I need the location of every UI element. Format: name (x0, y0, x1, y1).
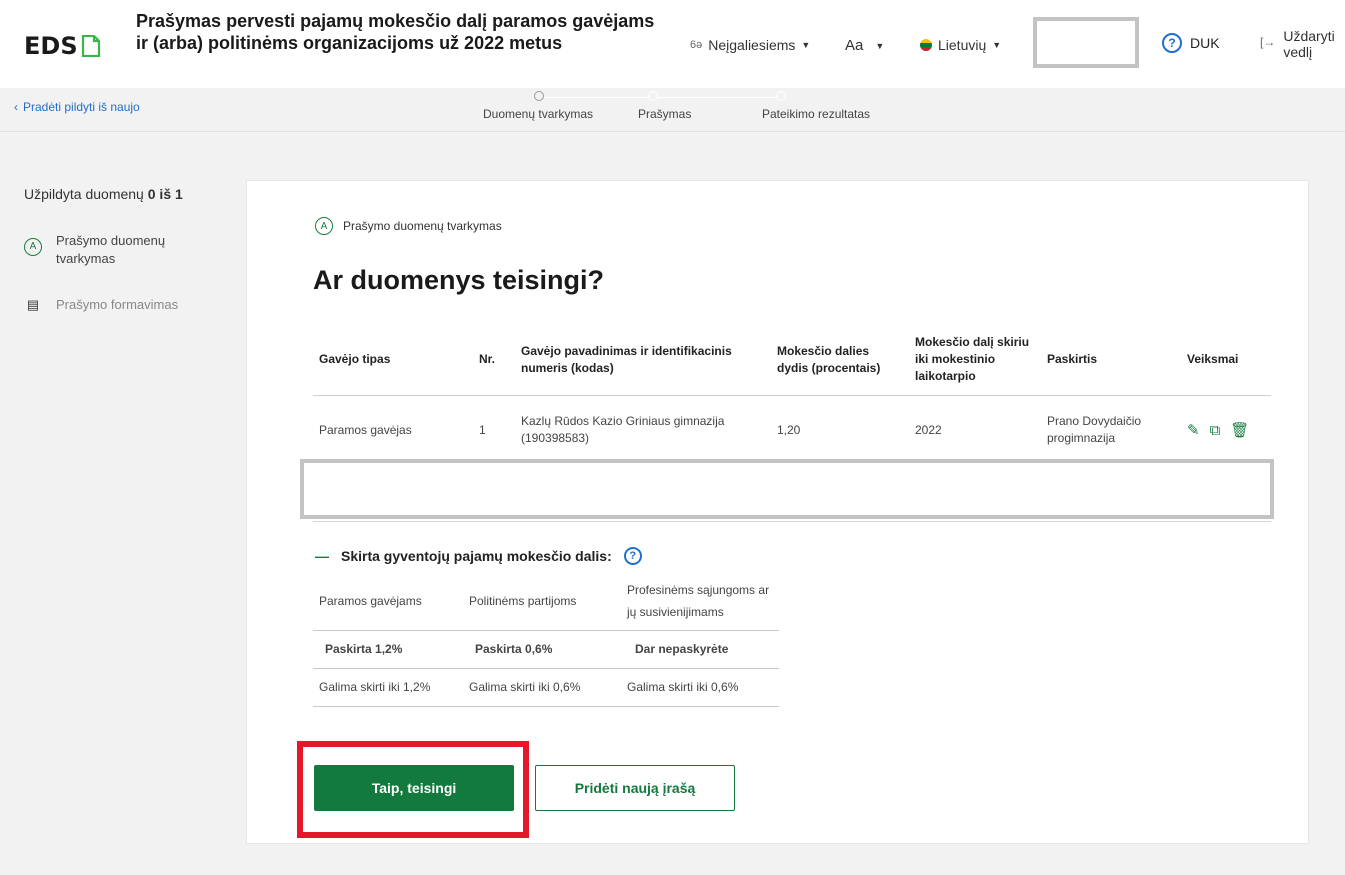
wizard-steps: Duomenų tvarkymas Prašymas Pateikimo rez… (475, 90, 905, 130)
step-label: Prašymas (638, 107, 692, 121)
progress-value: 0 iš 1 (147, 186, 183, 202)
allocation-limit: Galima skirti iki 0,6% (621, 668, 779, 707)
chevron-left-icon: ‹ (14, 100, 18, 114)
redacted-user-box (1033, 17, 1139, 68)
allocation-limit: Galima skirti iki 0,6% (463, 668, 621, 707)
redacted-row-box (300, 459, 1274, 519)
sidebar: Užpildyta duomenų 0 iš 1 A Prašymo duome… (0, 132, 246, 875)
main-card: A Prašymo duomenų tvarkymas Ar duomenys … (246, 180, 1309, 844)
allocation-status: Dar nepaskyrėte (621, 630, 779, 669)
cell-purpose: Prano Dovydaičio progimnazija (1041, 395, 1181, 466)
eds-logo[interactable]: EDS (24, 32, 101, 60)
step-badge-a-icon: A (24, 238, 42, 256)
language-menu[interactable]: Lietuvių ▼ (920, 37, 1001, 53)
app-header: EDS Prašymas pervesti pajamų mokesčio da… (0, 0, 1345, 88)
chevron-down-icon: ▼ (992, 40, 1002, 50)
close-wizard-label: Uždaryti vedlį (1283, 28, 1334, 60)
allocation-col-header: Paramos gavėjams (313, 573, 463, 631)
question-icon: ? (1162, 33, 1182, 53)
progress-label: Užpildyta duomenų (24, 186, 144, 202)
edit-icon[interactable]: ✎ (1187, 422, 1200, 439)
table-header-row: Gavėjo tipas Nr. Gavėjo pavadinimas ir i… (313, 325, 1271, 396)
cell-period: 2022 (909, 395, 1041, 466)
font-size-label: Aa (845, 37, 864, 54)
cell-percent: 1,20 (771, 395, 909, 466)
lithuania-flag-icon (920, 39, 932, 51)
allocation-header-row: Paramos gavėjams Politinėms partijoms Pr… (313, 573, 779, 631)
column-header: Mokesčio dalies dydis (procentais) (771, 325, 909, 396)
glasses-icon: 6ə (690, 39, 703, 51)
allocation-toggle[interactable]: — Skirta gyventojų pajamų mokesčio dalis… (315, 547, 642, 565)
collapse-icon: — (315, 548, 329, 564)
allocation-limit: Galima skirti iki 1,2% (313, 668, 463, 707)
column-header: Paskirtis (1041, 325, 1181, 396)
step-connector (539, 97, 781, 98)
current-substep: A Prašymo duomenų tvarkymas (315, 217, 502, 235)
logo-text: EDS (24, 32, 78, 60)
recipients-table: Gavėjo tipas Nr. Gavėjo pavadinimas ir i… (313, 325, 1271, 466)
allocation-status: Paskirta 0,6% (463, 630, 621, 669)
allocation-status: Paskirta 1,2% (313, 630, 463, 669)
sidebar-item-label: Prašymo formavimas (56, 297, 179, 312)
sidebar-item-data-management[interactable]: A Prašymo duomenų tvarkymas (24, 232, 186, 268)
restart-link[interactable]: ‹ Pradėti pildyti iš naujo (14, 100, 140, 114)
step-dot (648, 91, 658, 101)
allocation-table: Paramos gavėjams Politinėms partijoms Pr… (313, 573, 779, 707)
confirm-button[interactable]: Taip, teisingi (314, 765, 514, 811)
column-header: Gavėjo tipas (313, 325, 473, 396)
faq-label: DUK (1190, 35, 1220, 51)
allocation-col-header: Profesinėms sąjungoms ar jų susivienijim… (621, 573, 779, 631)
fill-progress: Užpildyta duomenų 0 iš 1 (24, 186, 183, 202)
cell-number: 1 (473, 395, 515, 466)
column-header: Veiksmai (1181, 325, 1271, 396)
add-record-button[interactable]: Pridėti naują įrašą (535, 765, 735, 811)
allocation-status-row: Paskirta 1,2% Paskirta 0,6% Dar nepaskyr… (313, 630, 779, 669)
step-badge-a-icon: A (315, 217, 333, 235)
step-label: Duomenų tvarkymas (483, 107, 594, 121)
column-header: Gavėjo pavadinimas ir identifikacinis nu… (515, 325, 771, 396)
question-icon[interactable]: ? (623, 547, 642, 565)
font-size-menu[interactable]: Aa ▼ (845, 37, 884, 54)
accessibility-label: Neįgaliesiems (708, 37, 796, 53)
close-label-line1: Uždaryti (1283, 28, 1335, 44)
column-header: Mokesčio dalį skiriu iki mokestinio laik… (909, 325, 1041, 396)
step-dot (776, 91, 786, 101)
language-label: Lietuvių (938, 37, 987, 53)
allocation-limit-row: Galima skirti iki 1,2% Galima skirti iki… (313, 668, 779, 707)
chevron-down-icon: ▼ (801, 40, 811, 50)
divider (313, 521, 1271, 522)
restart-label: Pradėti pildyti iš naujo (23, 100, 140, 114)
substep-label: Prašymo duomenų tvarkymas (343, 219, 502, 233)
accessibility-menu[interactable]: 6ə Neįgaliesiems ▼ (690, 37, 810, 53)
cell-actions: ✎ ⧉ 🗑 (1181, 395, 1271, 466)
table-row: Paramos gavėjas 1 Kazlų Rūdos Kazio Grin… (313, 395, 1271, 466)
exit-icon: [→ (1260, 35, 1276, 49)
step-label: Pateikimo rezultatas (762, 107, 871, 121)
faq-link[interactable]: ? DUK (1162, 33, 1220, 53)
copy-icon[interactable]: ⧉ (1210, 422, 1221, 439)
sidebar-item-form-generation: ▤ Prašymo formavimas (24, 296, 178, 314)
column-header: Nr. (473, 325, 515, 396)
close-label-line2: vedlį (1283, 44, 1313, 60)
sidebar-item-label: Prašymo duomenų tvarkymas (56, 233, 166, 266)
delete-icon[interactable]: 🗑 (1230, 422, 1249, 439)
step-dot-active (534, 91, 544, 101)
allocation-title: Skirta gyventojų pajamų mokesčio dalis: (341, 548, 612, 564)
close-wizard-button[interactable]: [→ Uždaryti vedlį (1260, 28, 1335, 60)
document-icon (81, 35, 100, 57)
wizard-stepbar: ‹ Pradėti pildyti iš naujo Duomenų tvark… (0, 88, 1345, 132)
page-title: Prašymas pervesti pajamų mokesčio dalį p… (136, 11, 655, 53)
chevron-down-icon: ▼ (875, 40, 885, 51)
document-icon: ▤ (26, 297, 40, 312)
page-heading: Ar duomenys teisingi? (313, 265, 605, 295)
allocation-col-header: Politinėms partijoms (463, 573, 621, 631)
cell-recipient-type: Paramos gavėjas (313, 395, 473, 466)
cell-recipient-name: Kazlų Rūdos Kazio Griniaus gimnazija (19… (515, 395, 771, 466)
